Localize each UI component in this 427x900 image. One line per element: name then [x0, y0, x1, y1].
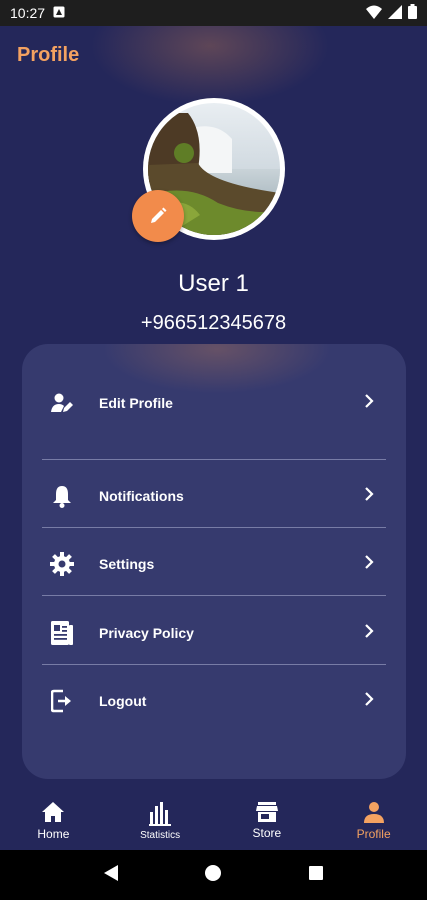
person-icon	[363, 802, 384, 823]
app-screen: Profile User 1 +966512345678 Edit Profil…	[0, 26, 427, 850]
signal-icon	[388, 4, 402, 22]
wifi-icon	[366, 5, 382, 22]
system-navigation-bar	[0, 850, 427, 900]
home-icon	[42, 802, 65, 822]
chevron-right-icon	[364, 554, 374, 575]
edit-user-icon	[42, 392, 82, 414]
menu-item-logout[interactable]: Logout	[42, 667, 386, 735]
nav-item-statistics[interactable]: Statistics	[115, 801, 205, 841]
user-phone: +966512345678	[140, 312, 287, 334]
logout-icon	[42, 689, 82, 713]
page-title: Profile	[17, 44, 80, 66]
nav-item-store[interactable]: Store	[222, 802, 312, 840]
bar-chart-icon	[149, 801, 172, 826]
nav-item-home[interactable]: Home	[8, 801, 98, 841]
recents-icon[interactable]	[308, 865, 324, 886]
chevron-right-icon	[364, 623, 374, 644]
battery-icon	[408, 4, 417, 22]
edit-avatar-button[interactable]	[132, 190, 184, 242]
menu-divider	[42, 527, 386, 528]
menu-item-edit-profile[interactable]: Edit Profile	[42, 369, 386, 437]
bell-icon	[42, 484, 82, 508]
menu-item-label: Logout	[99, 693, 147, 709]
nav-label: Home	[37, 827, 70, 841]
document-icon	[42, 620, 82, 646]
nav-label: Profile	[356, 827, 391, 841]
store-icon	[255, 802, 278, 822]
bottom-navigation: Home Statistics Store Profile	[0, 792, 427, 850]
pencil-icon	[151, 207, 167, 223]
menu-item-label: Privacy Policy	[99, 625, 194, 641]
status-bar: 10:27	[0, 0, 427, 26]
menu-item-label: Edit Profile	[99, 395, 173, 411]
menu-item-privacy-policy[interactable]: Privacy Policy	[42, 599, 386, 667]
notification-icon	[53, 5, 65, 21]
menu-item-label: Settings	[99, 556, 155, 572]
gear-icon	[42, 552, 82, 576]
menu-item-notifications[interactable]: Notifications	[42, 462, 386, 530]
menu-divider	[42, 459, 386, 460]
chevron-right-icon	[364, 486, 374, 507]
menu-divider	[42, 595, 386, 596]
background-glow	[90, 26, 330, 106]
chevron-right-icon	[364, 393, 374, 414]
menu-item-label: Notifications	[99, 488, 184, 504]
profile-menu-card: Edit Profile Notifications Settings Priv…	[22, 344, 406, 779]
menu-divider	[42, 664, 386, 665]
nav-label: Statistics	[140, 829, 181, 841]
chevron-right-icon	[364, 691, 374, 712]
menu-item-settings[interactable]: Settings	[42, 530, 386, 598]
user-name: User 1	[178, 270, 249, 297]
home-circle-icon[interactable]	[204, 864, 222, 887]
status-time: 10:27	[10, 5, 46, 21]
nav-item-profile[interactable]: Profile	[329, 801, 419, 841]
back-icon[interactable]	[103, 864, 119, 887]
nav-label: Store	[252, 826, 282, 840]
